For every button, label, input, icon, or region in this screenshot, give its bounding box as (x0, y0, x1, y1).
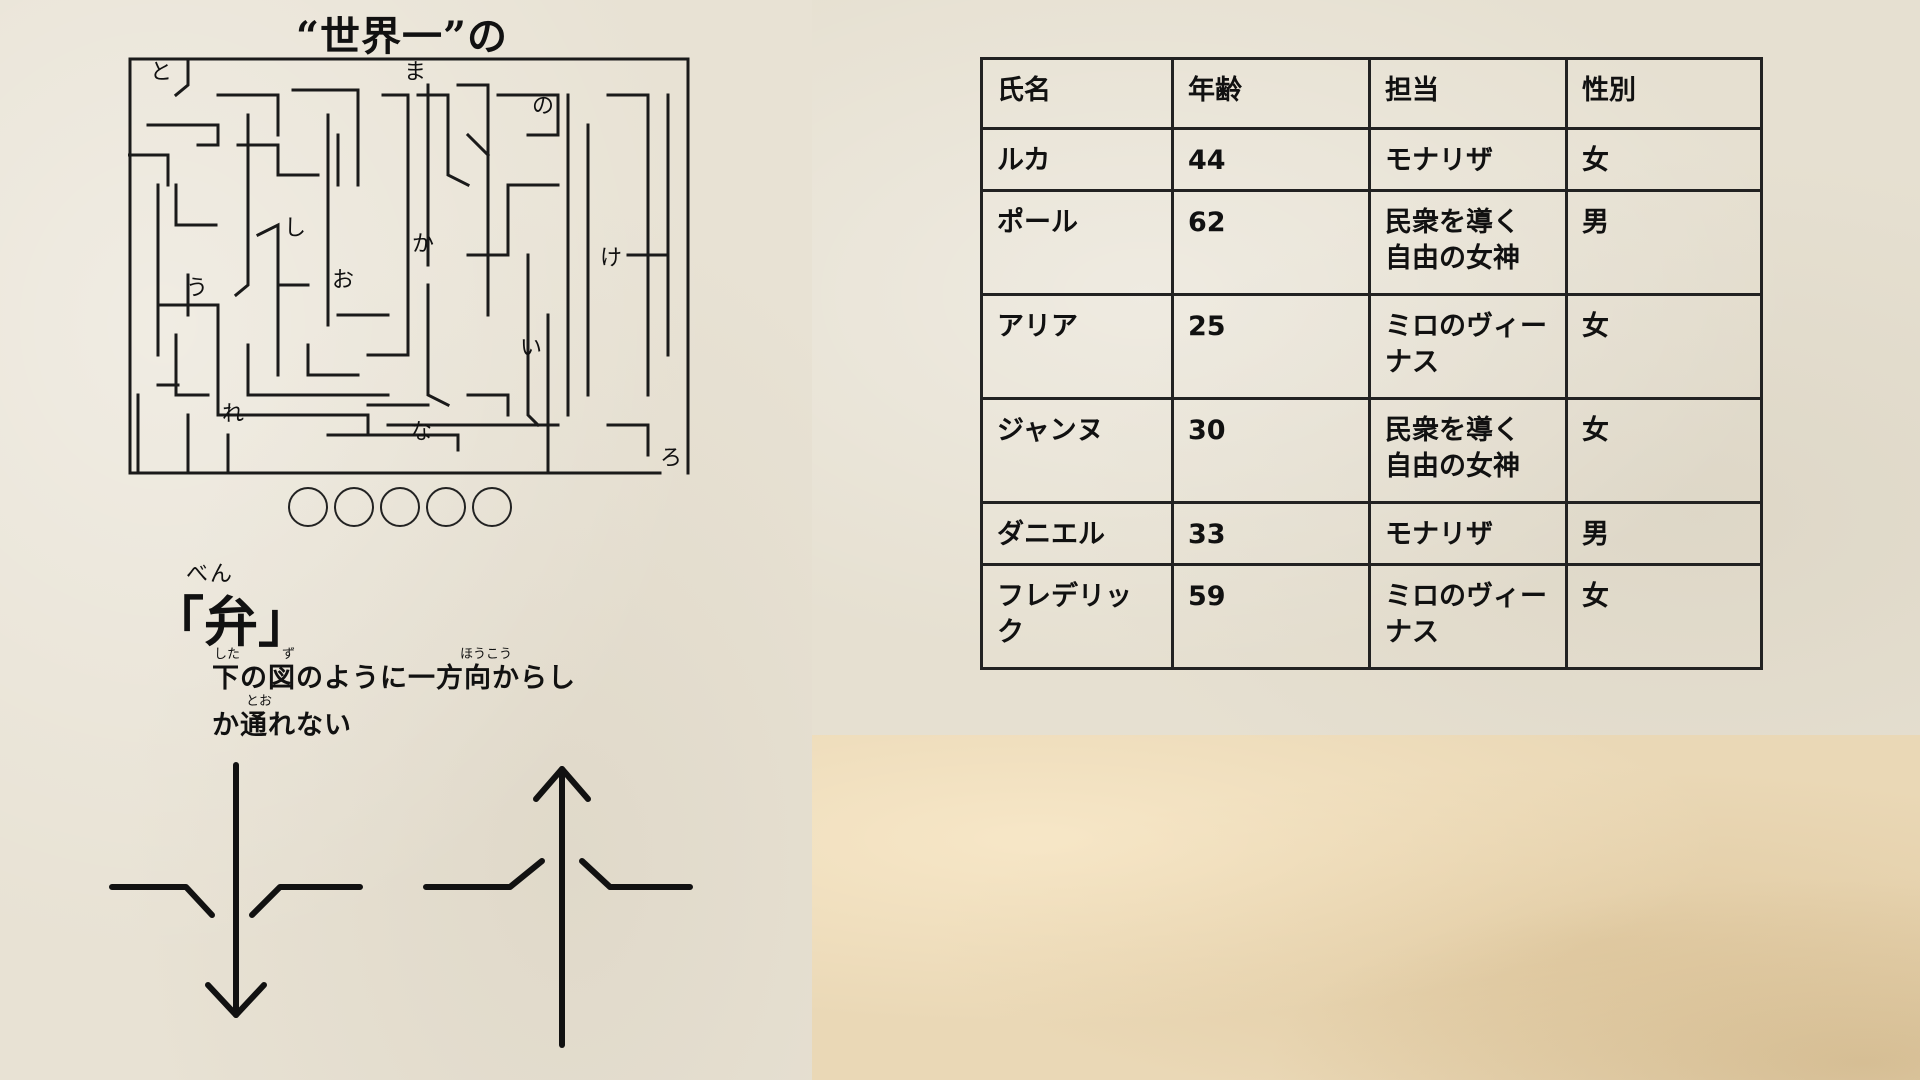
maze-letter: の (532, 94, 554, 119)
cell-assignment: ミロのヴィー ナス (1368, 293, 1568, 400)
one-way-diagram (109, 762, 693, 1048)
cell-gender: 男 (1565, 501, 1763, 566)
maze-letter: か (412, 232, 434, 257)
cell-name: アリア (980, 293, 1174, 400)
cell-gender: 女 (1565, 127, 1763, 192)
header-assignment: 担当 (1368, 57, 1568, 130)
staff-table: 氏名 年齢 担当 性別 ルカ 44 モナリザ 女 ポール 62 民衆を導く 自由… (980, 57, 1763, 670)
cell-name: ルカ (980, 127, 1174, 192)
maze-letter: と (150, 60, 172, 85)
cell-assignment: 民衆を導く 自由の女神 (1368, 189, 1568, 296)
answer-circle[interactable] (334, 487, 374, 527)
maze-letter: う (186, 276, 208, 301)
cell-name: ダニエル (980, 501, 1174, 566)
cell-age: 59 (1171, 563, 1371, 670)
answer-circle[interactable] (380, 487, 420, 527)
cell-name: ポール (980, 189, 1174, 296)
maze-letter: し (284, 216, 306, 241)
cell-assignment: モナリザ (1368, 127, 1568, 192)
cell-age: 25 (1171, 293, 1371, 400)
cell-age: 33 (1171, 501, 1371, 566)
maze-title: “世界一”の (296, 13, 509, 60)
cell-gender: 男 (1565, 189, 1763, 296)
cell-assignment: 民衆を導く 自由の女神 (1368, 397, 1568, 504)
maze-letter: け (600, 246, 622, 271)
cell-age: 44 (1171, 127, 1371, 192)
answer-circle[interactable] (426, 487, 466, 527)
answer-circle[interactable] (288, 487, 328, 527)
table-row: ジャンヌ 30 民衆を導く 自由の女神 女 (980, 397, 1763, 504)
maze-letter: お (332, 268, 354, 293)
cell-name: フレデリック (980, 563, 1174, 670)
table-row: フレデリック 59 ミロのヴィー ナス 女 (980, 563, 1763, 670)
table-header-row: 氏名 年齢 担当 性別 (980, 57, 1763, 130)
cell-assignment: モナリザ (1368, 501, 1568, 566)
cell-name: ジャンヌ (980, 397, 1174, 504)
table-row: ルカ 44 モナリザ 女 (980, 127, 1763, 192)
blank-paper-panel (812, 735, 1920, 1080)
table-row: ポール 62 民衆を導く 自由の女神 男 (980, 189, 1763, 296)
header-age: 年齢 (1171, 57, 1371, 130)
cell-gender: 女 (1565, 293, 1763, 400)
maze-letter: ろ (660, 446, 682, 471)
header-name: 氏名 (980, 57, 1174, 130)
cell-age: 62 (1171, 189, 1371, 296)
answer-circle[interactable] (472, 487, 512, 527)
cell-gender: 女 (1565, 563, 1763, 670)
table-row: ダニエル 33 モナリザ 男 (980, 501, 1763, 566)
hint-line-2: か通れない (212, 710, 352, 741)
maze-letters: と ま の し か け う お い れ な ろ (150, 60, 682, 471)
maze-letter: れ (222, 402, 244, 427)
up-arrow-icon (423, 766, 693, 1048)
table-row: アリア 25 ミロのヴィー ナス 女 (980, 293, 1763, 400)
maze-letter: ま (404, 60, 426, 85)
answer-slots (288, 487, 512, 527)
header-gender: 性別 (1565, 57, 1763, 130)
down-arrow-icon (109, 762, 363, 1018)
cell-assignment: ミロのヴィー ナス (1368, 563, 1568, 670)
cell-gender: 女 (1565, 397, 1763, 504)
maze-letter: な (410, 420, 432, 445)
cell-age: 30 (1171, 397, 1371, 504)
maze-letter: い (520, 336, 542, 361)
maze[interactable]: と ま の し か け う お い れ な ろ (128, 55, 690, 485)
